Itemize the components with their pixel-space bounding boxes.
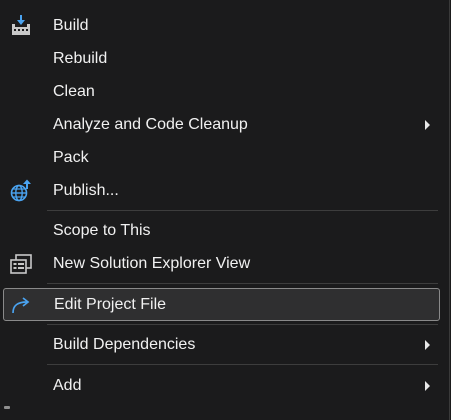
menu-item-label: Publish... <box>53 182 119 199</box>
menu-item-label: Build <box>53 17 89 34</box>
menu-item-add[interactable]: Add <box>3 371 440 401</box>
menu-item-label: Pack <box>53 149 89 166</box>
submenu-arrow-icon <box>425 381 430 391</box>
menu-item-label: New Solution Explorer View <box>53 255 251 272</box>
build-icon <box>9 14 33 38</box>
menu-item-label: Edit Project File <box>54 295 167 313</box>
menu-item-build[interactable]: Build <box>3 11 440 41</box>
menu-item-label: Analyze and Code Cleanup <box>53 116 248 133</box>
submenu-arrow-icon <box>425 340 430 350</box>
menu-item-new-solution-explorer-view[interactable]: New Solution Explorer View <box>3 249 440 279</box>
menu-item-label: Add <box>53 377 82 394</box>
menu-item-label: Scope to This <box>53 222 151 239</box>
solution-explorer-icon <box>9 252 33 276</box>
menu-item-build-dependencies[interactable]: Build Dependencies <box>3 330 440 360</box>
menu-item-pack[interactable]: Pack <box>3 143 440 173</box>
menu-separator <box>47 283 438 284</box>
menu-item-clean[interactable]: Clean <box>3 77 440 107</box>
menu-item-publish[interactable]: Publish... <box>3 176 440 206</box>
menu-item-label: Rebuild <box>53 50 108 67</box>
menu-separator <box>47 324 438 325</box>
menu-item-label: Clean <box>53 83 95 100</box>
menu-item-rebuild[interactable]: Rebuild <box>3 44 440 74</box>
menu-item-analyze-code-cleanup[interactable]: Analyze and Code Cleanup <box>3 110 440 140</box>
menu-item-label: Build Dependencies <box>53 336 196 353</box>
menu-item-edit-project-file[interactable]: Edit Project File <box>3 288 440 321</box>
edit-redirect-arrow-icon <box>10 293 34 317</box>
menu-item-scope-to-this[interactable]: Scope to This <box>3 216 440 246</box>
globe-publish-icon <box>9 179 33 203</box>
context-menu: Build Rebuild Clean Analyze and Code Cle… <box>0 0 450 420</box>
menu-separator <box>47 210 438 211</box>
submenu-arrow-icon <box>425 120 430 130</box>
menu-separator <box>47 364 438 365</box>
